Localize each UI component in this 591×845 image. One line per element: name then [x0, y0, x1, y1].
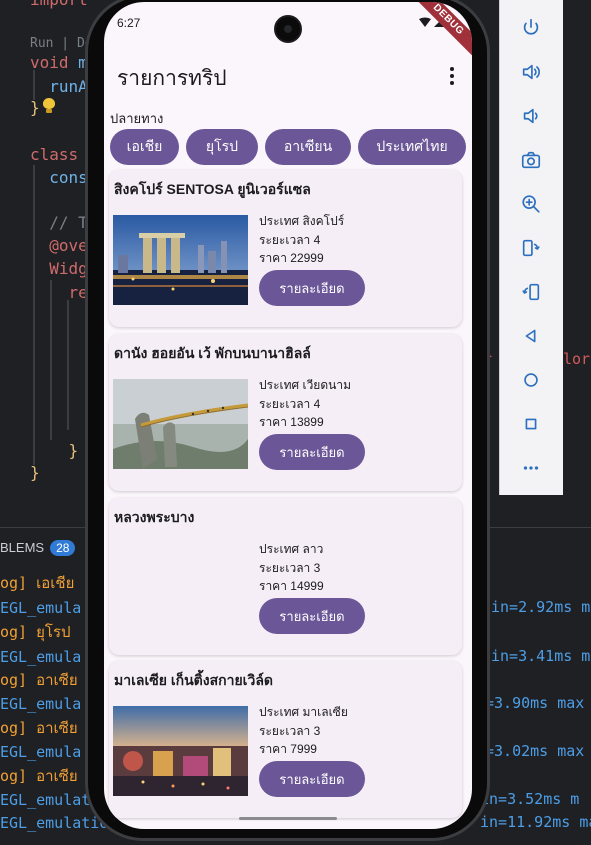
- trip-price: ราคา 14999: [259, 579, 324, 593]
- code-line-comment: // T: [30, 213, 88, 232]
- trip-title: ดานัง ฮอยอัน เว้ พักบนบานาฮิลล์: [114, 345, 311, 361]
- front-camera: [274, 15, 302, 43]
- volume-down-icon[interactable]: [515, 100, 547, 132]
- indent-guide: [33, 70, 35, 100]
- log-line-tail: =3.02ms max: [485, 742, 585, 760]
- code-line-brace-end: }: [30, 463, 40, 482]
- code-line-return: re: [30, 283, 88, 302]
- page-title: รายการทริป: [117, 67, 227, 90]
- trip-info: ประเทศ มาเลเซีย ระยะเวลา 3 ราคา 7999: [259, 703, 348, 759]
- code-line-close: }: [30, 98, 40, 117]
- chip-europe[interactable]: ยุโรป: [186, 129, 258, 165]
- trip-title: หลวงพระบาง: [114, 509, 195, 525]
- trip-card: หลวงพระบาง ประเทศ ลาว ระยะเวลา 3 ราคา 14…: [109, 498, 462, 655]
- app-screen: 6:27 DEBUG รายการทริป ปลายทาง เอเชีย ยุโ…: [104, 2, 472, 829]
- genting-theme-park-image: [113, 706, 248, 796]
- code-line-import: import: [30, 0, 88, 10]
- rotate-left-icon[interactable]: [515, 232, 547, 264]
- trip-card: สิงคโปร์ SENTOSA ยูนิเวอร์แซล ประเทศ สิง…: [109, 170, 462, 327]
- code-line-widget: Widg: [30, 259, 88, 278]
- trip-card: ดานัง ฮอยอัน เว้ พักบนบานาฮิลล์ ประเทศ เ…: [109, 334, 462, 491]
- log-line: og] ยุโรป: [0, 623, 71, 641]
- code-line-const: cons: [30, 168, 88, 187]
- destination-filter-chips: เอเชีย ยุโรป อาเซียน ประเทศไทย: [110, 129, 466, 165]
- details-button[interactable]: รายละเอียด: [259, 270, 365, 306]
- log-line: EGL_emulat: [0, 791, 91, 809]
- wifi-icon: [419, 17, 431, 27]
- code-line-main: void m: [30, 53, 88, 72]
- log-line: og] อาเซีย: [0, 719, 78, 737]
- trip-country: ประเทศ สิงคโปร์: [259, 214, 345, 228]
- log-line: EGL_emula: [0, 695, 82, 713]
- chip-asean[interactable]: อาเซียน: [265, 129, 351, 165]
- trip-price: ราคา 7999: [259, 742, 317, 756]
- chip-thailand[interactable]: ประเทศไทย: [358, 129, 466, 165]
- log-line: EGL_emula: [0, 743, 82, 761]
- power-icon[interactable]: [515, 12, 547, 44]
- filter-label: ปลายทาง: [110, 111, 164, 126]
- details-button[interactable]: รายละเอียด: [259, 761, 365, 797]
- trip-info: ประเทศ ลาว ระยะเวลา 3 ราคา 14999: [259, 540, 324, 596]
- log-line: og] เอเชีย: [0, 574, 75, 592]
- chip-asia[interactable]: เอเชีย: [110, 129, 179, 165]
- gesture-home-bar[interactable]: [239, 817, 337, 820]
- home-icon[interactable]: [515, 364, 547, 396]
- trip-price: ราคา 22999: [259, 251, 324, 265]
- log-line-tail: in=3.41ms m: [491, 647, 591, 665]
- log-line-tail: in=11.92ms ma: [480, 813, 591, 831]
- trip-duration: ระยะเวลา 4: [259, 232, 321, 247]
- overview-icon[interactable]: [515, 408, 547, 440]
- trip-info: ประเทศ สิงคโปร์ ระยะเวลา 4 ราคา 22999: [259, 212, 344, 268]
- log-line-tail: in=2.92ms m: [491, 598, 591, 616]
- log-line: og] อาเซีย: [0, 671, 78, 689]
- indent-guide: [50, 280, 52, 440]
- log-line-tail: in=3.52ms m: [480, 790, 580, 808]
- details-button[interactable]: รายละเอียด: [259, 598, 365, 634]
- trip-info: ประเทศ เวียดนาม ระยะเวลา 4 ราคา 13899: [259, 376, 351, 432]
- code-line-override: @ove: [30, 236, 88, 255]
- indent-guide: [67, 300, 69, 430]
- problems-count-badge: 28: [50, 540, 76, 556]
- more-options-icon[interactable]: [444, 64, 460, 88]
- trip-card: มาเลเซีย เก็นติ้งสกายเวิล์ด ประเทศ มาเลเ…: [109, 661, 462, 818]
- zoom-in-icon[interactable]: [515, 188, 547, 220]
- indent-guide: [33, 165, 35, 465]
- trip-country: ประเทศ เวียดนาม: [259, 378, 351, 392]
- rotate-right-icon[interactable]: [515, 276, 547, 308]
- status-time: 6:27: [117, 16, 141, 30]
- singapore-marina-bay-image: [113, 215, 248, 305]
- problems-tab[interactable]: BLEMS 28: [0, 540, 76, 556]
- log-line: og] อาเซีย: [0, 767, 78, 785]
- trip-duration: ระยะเวลา 3: [259, 723, 321, 738]
- code-fragment-right: lors: [563, 350, 591, 368]
- log-line: EGL_emula: [0, 599, 82, 617]
- code-line-class: class: [30, 145, 79, 164]
- golden-bridge-hands-image: [113, 379, 248, 469]
- trip-duration: ระยะเวลา 3: [259, 560, 321, 575]
- more-icon[interactable]: [515, 452, 547, 484]
- details-button[interactable]: รายละเอียด: [259, 434, 365, 470]
- trip-title: มาเลเซีย เก็นติ้งสกายเวิล์ด: [114, 672, 273, 688]
- trip-country: ประเทศ ลาว: [259, 542, 324, 556]
- volume-up-icon[interactable]: [515, 56, 547, 88]
- emulator-toolbar: [499, 0, 563, 495]
- lightbulb-icon[interactable]: [42, 98, 56, 114]
- code-line-brace: }: [30, 441, 79, 460]
- trip-duration: ระยะเวลา 4: [259, 396, 321, 411]
- log-line: EGL_emulatio: [0, 814, 109, 832]
- camera-icon[interactable]: [515, 144, 547, 176]
- log-line-tail: =3.90ms max: [485, 694, 585, 712]
- back-icon[interactable]: [515, 320, 547, 352]
- log-line: EGL_emula: [0, 648, 82, 666]
- trip-country: ประเทศ มาเลเซีย: [259, 705, 348, 719]
- code-line-runapp: runA: [30, 77, 88, 96]
- trip-price: ราคา 13899: [259, 415, 324, 429]
- trip-title: สิงคโปร์ SENTOSA ยูนิเวอร์แซล: [114, 181, 311, 197]
